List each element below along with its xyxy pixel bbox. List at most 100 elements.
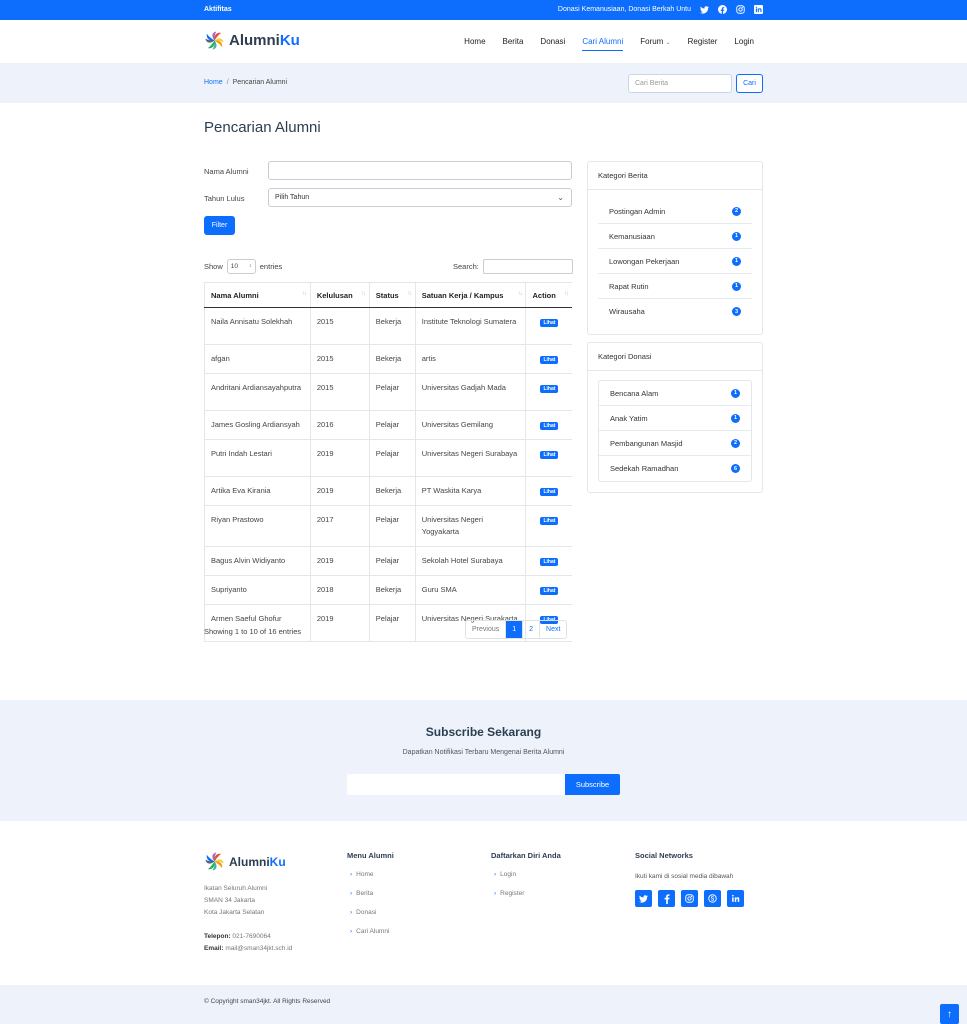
footer-daftar-title: Daftarkan Diri Anda	[491, 851, 561, 860]
lihat-button[interactable]: Lihat	[540, 356, 559, 364]
cell-satuan-kerja: PT Waskita Karya	[414, 476, 526, 506]
list-item-label: Bencana Alam	[610, 388, 659, 398]
twitter-icon[interactable]	[700, 5, 709, 14]
col-kelulusan[interactable]: Kelulusan ↑↓	[309, 282, 370, 308]
footer-link-cari-alumni[interactable]: › Cari Alumni	[350, 928, 389, 947]
footer-link-home[interactable]: › Home	[350, 871, 389, 890]
subscribe-title: Subscribe Sekarang	[425, 725, 542, 739]
cell-kelulusan: 2019	[309, 439, 370, 477]
pagination-page-2[interactable]: 2	[522, 621, 539, 638]
copyright-text: © Copyright sman34jkt. All Rights Reserv…	[204, 998, 331, 1005]
facebook-icon[interactable]	[658, 890, 675, 907]
list-item[interactable]: Wirausaha 3	[598, 299, 752, 324]
chevron-right-icon: ›	[494, 890, 497, 897]
footer-link-berita[interactable]: › Berita	[350, 890, 389, 909]
list-item[interactable]: Rapat Rutin 1	[598, 274, 752, 299]
nav-forum-label: Forum	[640, 37, 664, 46]
tahun-lulus-select[interactable]: Pilih Tahun ⌄	[268, 188, 572, 207]
footer-email: Email: mail@sman34jkt.sch.id	[204, 945, 293, 952]
footer-logo-text: AlumniKu	[229, 854, 286, 869]
lihat-button[interactable]: Lihat	[540, 385, 559, 393]
pagination: Previous 1 2 Next	[465, 620, 568, 639]
list-item[interactable]: Sedekah Ramadhan 6	[599, 456, 751, 481]
list-item[interactable]: Pembangunan Masjid 2	[599, 431, 751, 456]
tahun-lulus-label: Tahun Lulus	[204, 194, 245, 203]
list-item-label: Postingan Admin	[609, 206, 666, 216]
footer-logo[interactable]: AlumniKu	[205, 852, 286, 871]
back-to-top-button[interactable]: ↑	[940, 1004, 959, 1024]
list-item[interactable]: Kemanusiaan 1	[598, 224, 752, 249]
lihat-button[interactable]: Lihat	[540, 558, 559, 566]
subscribe-button[interactable]: Subscribe	[565, 774, 620, 795]
site-logo[interactable]: AlumniKu	[205, 31, 300, 50]
cell-status: Pelajar	[368, 439, 416, 477]
nama-alumni-input[interactable]	[268, 161, 572, 180]
nav-register[interactable]: Register	[688, 37, 718, 51]
lihat-button[interactable]: Lihat	[540, 422, 559, 430]
cell-action: Lihat	[525, 476, 572, 506]
skype-icon[interactable]	[704, 890, 721, 907]
linkedin-icon[interactable]	[754, 5, 763, 14]
cell-satuan-kerja: artis	[414, 344, 526, 374]
table-search-input[interactable]	[482, 259, 573, 274]
instagram-icon[interactable]	[736, 5, 745, 14]
pagination-next[interactable]: Next	[539, 621, 566, 638]
breadcrumb-band: Home / Pencarian Alumni Cari Berita Cari	[0, 63, 967, 103]
list-item[interactable]: Bencana Alam 1	[599, 381, 751, 406]
cell-kelulusan: 2015	[309, 373, 370, 411]
sort-icon: ↑↓	[360, 291, 366, 297]
cell-kelulusan: 2016	[309, 410, 370, 440]
news-search-button[interactable]: Cari	[736, 74, 763, 93]
lihat-button[interactable]: Lihat	[540, 451, 559, 459]
footer-link-donasi[interactable]: › Donasi	[350, 909, 389, 928]
table-info: Showing 1 to 10 of 16 entries	[204, 627, 302, 636]
lihat-button[interactable]: Lihat	[540, 488, 559, 496]
entries-length-select[interactable]: 10 ↕	[226, 259, 256, 274]
list-item-label: Sedekah Ramadhan	[610, 464, 679, 473]
linkedin-icon[interactable]	[727, 890, 744, 907]
footer-daftar-links: › Login › Register	[494, 871, 524, 909]
breadcrumb-home[interactable]: Home	[204, 79, 223, 86]
arrow-up-icon: ↑	[947, 1008, 952, 1020]
donation-ticker[interactable]: Donasi Kemanusiaan, Donasi Berkah Untu	[558, 6, 691, 13]
list-item[interactable]: Anak Yatim 1	[599, 406, 751, 431]
cell-action: Lihat	[525, 546, 572, 576]
lihat-button[interactable]: Lihat	[540, 319, 559, 327]
list-item-label: Anak Yatim	[610, 413, 648, 423]
col-action[interactable]: Action ↑↓	[525, 282, 572, 308]
cell-nama: Bagus Alvin Widiyanto	[204, 546, 311, 576]
list-item[interactable]: Lowongan Pekerjaan 1	[598, 249, 752, 274]
nav-forum[interactable]: Forum ⌄	[640, 37, 670, 51]
news-search-input[interactable]: Cari Berita	[628, 74, 732, 93]
subscribe-section: Subscribe Sekarang Dapatkan Notifikasi T…	[0, 700, 967, 821]
twitter-icon[interactable]	[635, 890, 652, 907]
table-row: Naila Annisatu Solekhah 2015 Bekerja Ins…	[204, 307, 572, 345]
list-item[interactable]: Postingan Admin 2	[598, 199, 752, 224]
nav-cari-alumni[interactable]: Cari Alumni	[582, 37, 624, 51]
nav-login[interactable]: Login	[734, 37, 754, 51]
lihat-button[interactable]: Lihat	[540, 517, 559, 525]
nav-home[interactable]: Home	[464, 37, 485, 51]
entries-length-value: 10	[230, 263, 238, 270]
facebook-icon[interactable]	[718, 5, 727, 14]
footer-contact: Telepon: 021-7690064 Email: mail@sman34j…	[204, 931, 292, 955]
kategori-berita-list: Postingan Admin 2 Kemanusiaan 1 Lowongan P…	[598, 199, 752, 324]
col-satuan-kerja[interactable]: Satuan Kerja / Kampus ↑↓	[414, 282, 526, 308]
nav-donasi[interactable]: Donasi	[540, 37, 565, 51]
pagination-page-1[interactable]: 1	[505, 621, 523, 638]
nav-berita[interactable]: Berita	[503, 37, 524, 51]
sort-icon: ↑↓	[517, 291, 522, 297]
lihat-button[interactable]: Lihat	[540, 587, 559, 595]
col-nama[interactable]: Nama Alumni ↑↓	[204, 282, 311, 308]
cell-satuan-kerja: Institute Teknologi Sumatera	[414, 307, 526, 345]
pagination-previous[interactable]: Previous	[466, 621, 505, 638]
top-bar: Aktifitas Donasi Kemanusiaan, Donasi Ber…	[0, 0, 967, 20]
footer-link-register[interactable]: › Register	[494, 890, 524, 909]
table-row: Artika Eva Kirania 2019 Bekerja PT Waski…	[204, 476, 572, 506]
footer-link-login[interactable]: › Login	[494, 871, 524, 890]
filter-button[interactable]: Filter	[204, 216, 235, 235]
subscribe-email-input[interactable]	[347, 774, 565, 795]
col-status[interactable]: Status ↑↓	[368, 282, 416, 308]
instagram-icon[interactable]	[681, 890, 698, 907]
table-row: Riyan Prastowo 2017 Pelajar Universitas …	[204, 505, 572, 547]
